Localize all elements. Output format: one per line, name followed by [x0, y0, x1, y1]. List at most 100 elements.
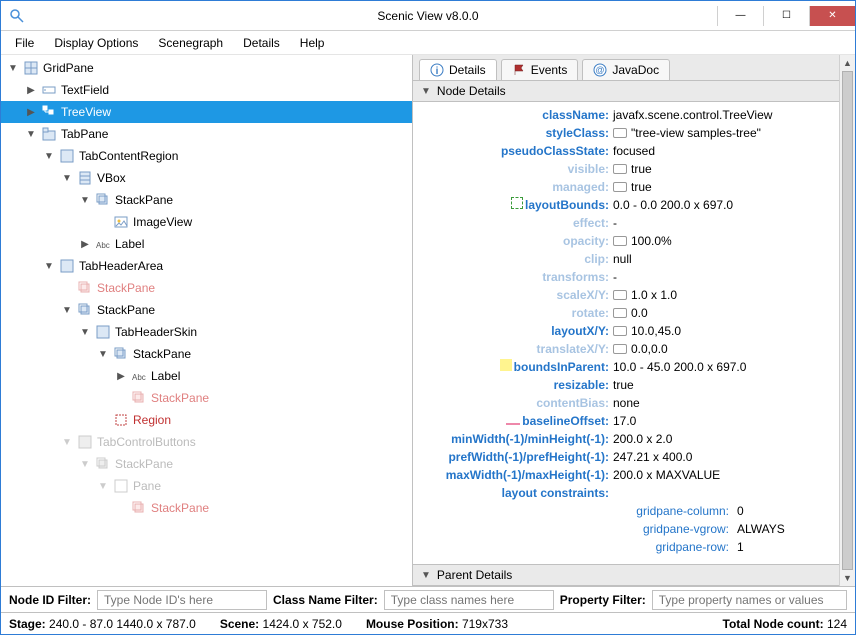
property-row: boundsInParent:10.0 - 45.0 200.0 x 697.0 [421, 358, 847, 376]
section-node-details[interactable]: ▼ Node Details [413, 80, 855, 102]
region-icon [59, 258, 75, 274]
scroll-up-icon[interactable]: ▲ [840, 55, 855, 71]
checkbox-icon[interactable] [613, 164, 627, 174]
tab-label: Events [531, 63, 568, 77]
property-key: maxWidth(-1)/maxHeight(-1): [421, 466, 613, 484]
tree-node[interactable]: Region [1, 409, 412, 431]
checkbox-icon[interactable] [613, 128, 627, 138]
status-mouse: Mouse Position: 719x733 [366, 617, 508, 631]
chevron-down-icon[interactable]: ▼ [43, 151, 55, 162]
property-key: boundsInParent: [421, 358, 613, 376]
chevron-down-icon[interactable]: ▼ [97, 481, 109, 492]
tree-node-label: StackPane [115, 193, 173, 207]
tab-details[interactable]: i Details [419, 59, 497, 80]
node-id-filter-input[interactable] [97, 590, 267, 610]
tree-node[interactable]: ▼TabHeaderArea [1, 255, 412, 277]
property-key: managed: [421, 178, 613, 196]
tree-node[interactable]: ▶TextField [1, 79, 412, 101]
chevron-down-icon[interactable]: ▼ [7, 63, 19, 74]
property-value: true [613, 376, 634, 394]
tab-events[interactable]: Events [501, 59, 579, 80]
menu-details[interactable]: Details [233, 32, 290, 54]
tree-node[interactable]: ▼VBox [1, 167, 412, 189]
tree-node[interactable]: StackPane [1, 277, 412, 299]
scrollbar-vertical[interactable]: ▲ ▼ [839, 55, 855, 586]
close-button[interactable]: ✕ [809, 6, 855, 26]
scroll-thumb[interactable] [842, 71, 853, 570]
chevron-right-icon[interactable]: ▶ [25, 85, 37, 96]
property-row: opacity:100.0% [421, 232, 847, 250]
tree-node-label: StackPane [97, 281, 155, 295]
chevron-down-icon[interactable]: ▼ [79, 195, 91, 206]
tree-icon [41, 104, 57, 120]
scroll-down-icon[interactable]: ▼ [840, 570, 855, 586]
chevron-down-icon[interactable]: ▼ [79, 459, 91, 470]
checkbox-icon[interactable] [613, 326, 627, 336]
checkbox-icon[interactable] [613, 182, 627, 192]
tree-node[interactable]: ▶AbcLabel [1, 365, 412, 387]
tree-node[interactable]: ▶AbcLabel [1, 233, 412, 255]
chevron-down-icon[interactable]: ▼ [61, 173, 73, 184]
section-parent-details[interactable]: ▼ Parent Details [413, 564, 855, 586]
chevron-right-icon[interactable]: ▶ [79, 239, 91, 250]
chevron-down-icon[interactable]: ▼ [61, 437, 73, 448]
menu-scenegraph[interactable]: Scenegraph [148, 32, 233, 54]
chevron-down-icon[interactable]: ▼ [61, 305, 73, 316]
checkbox-icon[interactable] [613, 344, 627, 354]
tree-node[interactable]: ▼ StackPane [1, 189, 412, 211]
chevron-right-icon[interactable]: ▶ [115, 371, 127, 382]
tree-node[interactable]: ▼GridPane [1, 57, 412, 79]
tree-node[interactable]: ▶TreeView [1, 101, 412, 123]
property-row: layout constraints: [421, 484, 847, 502]
section-title: Parent Details [437, 568, 512, 582]
tree-node[interactable]: ▼StackPane [1, 343, 412, 365]
chevron-right-icon[interactable]: ▶ [25, 107, 37, 118]
menu-display-options[interactable]: Display Options [44, 32, 148, 54]
constraint-value: ALWAYS [737, 520, 785, 538]
chevron-down-icon[interactable]: ▼ [79, 327, 91, 338]
class-filter-input[interactable] [384, 590, 554, 610]
chevron-down-icon[interactable]: ▼ [97, 349, 109, 360]
tree-node[interactable]: StackPane [1, 387, 412, 409]
property-value: 200.0 x 2.0 [613, 430, 672, 448]
menu-file[interactable]: File [5, 32, 44, 54]
property-row: className:javafx.scene.control.TreeView [421, 106, 847, 124]
checkbox-icon[interactable] [613, 290, 627, 300]
tree-node[interactable]: ▼ StackPane [1, 299, 412, 321]
tree-node[interactable]: ▼TabContentRegion [1, 145, 412, 167]
app-icon [9, 8, 25, 24]
tree-node[interactable]: ▼TabControlButtons [1, 431, 412, 453]
tree-node[interactable]: StackPane [1, 497, 412, 519]
tree-node[interactable]: ▼Pane [1, 475, 412, 497]
properties-list: className:javafx.scene.control.TreeViews… [413, 102, 855, 564]
stack-icon [131, 390, 147, 406]
scenegraph-tree[interactable]: ▼GridPane▶TextField▶TreeView▼TabPane▼Tab… [1, 55, 412, 586]
tree-node[interactable]: ▼TabPane [1, 123, 412, 145]
titlebar: Scenic View v8.0.0 — ☐ ✕ [1, 1, 855, 31]
tree-node-label: StackPane [97, 303, 155, 317]
checkbox-icon[interactable] [613, 236, 627, 246]
chevron-down-icon[interactable]: ▼ [25, 129, 37, 140]
property-filter-input[interactable] [652, 590, 847, 610]
maximize-button[interactable]: ☐ [763, 6, 809, 26]
tree-node[interactable]: ▼ StackPane [1, 453, 412, 475]
property-value: 10.0 - 45.0 200.0 x 697.0 [613, 358, 746, 376]
tree-node[interactable]: ImageView [1, 211, 412, 233]
chevron-down-icon[interactable]: ▼ [43, 261, 55, 272]
menu-help[interactable]: Help [290, 32, 335, 54]
tree-node-label: StackPane [115, 457, 173, 471]
tree-node-label: Label [115, 237, 144, 251]
svg-text:Abc: Abc [132, 373, 146, 382]
stack-icon [77, 280, 93, 296]
property-value: "tree-view samples-tree" [613, 124, 761, 142]
tree-node[interactable]: ▼TabHeaderSkin [1, 321, 412, 343]
tab-javadoc[interactable]: @ JavaDoc [582, 59, 670, 80]
property-row: contentBias:none [421, 394, 847, 412]
property-value: - [613, 214, 617, 232]
menubar: File Display Options Scenegraph Details … [1, 31, 855, 55]
property-key: opacity: [421, 232, 613, 250]
checkbox-icon[interactable] [613, 308, 627, 318]
minimize-button[interactable]: — [717, 6, 763, 26]
info-icon: i [430, 63, 444, 77]
scroll-track[interactable] [840, 71, 855, 570]
